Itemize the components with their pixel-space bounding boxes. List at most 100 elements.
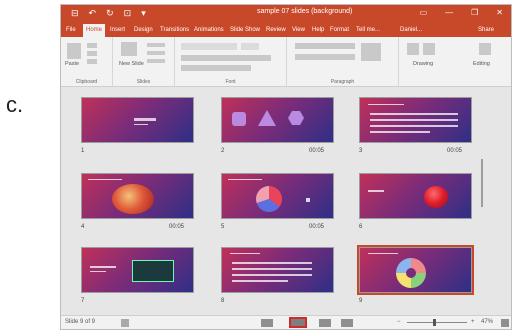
save-icon[interactable]: ⊟ — [71, 8, 79, 18]
text-direction-icon[interactable] — [361, 43, 381, 61]
zoom-slider-thumb[interactable] — [433, 319, 436, 326]
tab-view[interactable]: View — [289, 24, 308, 37]
zoom-out-icon[interactable]: − — [397, 319, 401, 325]
group-label-paragraph: Paragraph — [330, 79, 355, 85]
slideshow-icon[interactable] — [341, 319, 353, 327]
customize-icon[interactable]: ▾ — [141, 8, 146, 18]
slide-title-text — [230, 253, 260, 254]
tab-format[interactable]: Format — [327, 24, 352, 37]
drawing-label: Drawing — [413, 61, 434, 67]
close-icon[interactable]: ✕ — [496, 8, 503, 17]
slide-title-text — [134, 118, 156, 121]
group-label-clipboard: Clipboard — [75, 79, 98, 85]
present-icon[interactable]: ⊡ — [124, 8, 132, 18]
cut-icon[interactable] — [87, 43, 97, 48]
slide-pie-chart — [256, 186, 282, 212]
slide-thumbnail[interactable] — [81, 247, 194, 293]
reset-button[interactable] — [147, 51, 165, 55]
font-size-box[interactable] — [241, 43, 259, 50]
slide-title-text — [368, 190, 384, 192]
slide-thumbnail[interactable] — [81, 173, 194, 219]
share-button[interactable]: Share — [475, 24, 497, 37]
section-button[interactable] — [147, 59, 165, 63]
reading-view-icon[interactable] — [319, 319, 331, 327]
slide-thumbnail[interactable] — [359, 173, 472, 219]
slide-bullet-line — [370, 119, 458, 121]
tab-file[interactable]: File — [63, 24, 79, 37]
restore-icon[interactable]: ❐ — [471, 8, 478, 17]
tab-home[interactable]: Home — [83, 24, 106, 37]
slide-thumbnail[interactable] — [221, 247, 334, 293]
find-icon[interactable] — [479, 43, 491, 55]
slide-legend-marker — [306, 198, 310, 202]
slide-title-text — [368, 104, 404, 105]
slide-sorter-view-button[interactable] — [289, 317, 307, 328]
ribbon-display-icon[interactable]: ▭ — [420, 8, 428, 17]
quick-access-toolbar: ⊟ ↶ ↻ ⊡ ▾ — [71, 8, 146, 18]
copy-icon[interactable] — [87, 51, 97, 56]
slide-cycle-center — [406, 268, 416, 278]
group-slides: New Slide Slides — [113, 37, 175, 87]
group-drawing: Drawing — [399, 37, 459, 87]
tab-insert[interactable]: Insert — [107, 24, 128, 37]
redo-icon[interactable]: ↻ — [106, 8, 114, 18]
paste-icon[interactable] — [67, 43, 81, 59]
window-controls: ▭ — ❐ ✕ — [420, 8, 503, 17]
slide-number: 4 — [81, 224, 85, 230]
tell-me-search[interactable]: Tell me... — [353, 24, 383, 37]
slide-thumbnail[interactable] — [81, 97, 194, 143]
slide-image-apple — [424, 186, 448, 208]
vertical-scrollbar[interactable] — [481, 159, 483, 207]
window-title: sample 07 slides (background) — [257, 8, 353, 15]
slide-bullet-line — [232, 262, 312, 264]
new-slide-label: New Slide — [119, 61, 144, 67]
fit-to-window-icon[interactable] — [501, 319, 509, 327]
tab-transitions[interactable]: Transitions — [157, 24, 192, 37]
slide-count: Slide 9 of 9 — [65, 319, 96, 325]
tab-design[interactable]: Design — [131, 24, 156, 37]
status-bar: Slide 9 of 9 − + 47% — [61, 315, 511, 329]
group-font: Font — [175, 37, 287, 87]
new-slide-icon[interactable] — [121, 42, 137, 56]
tab-review[interactable]: Review — [263, 24, 289, 37]
slide-thumbnail[interactable] — [221, 97, 334, 143]
slide-thumbnail-selected[interactable] — [357, 245, 474, 295]
group-editing: Editing — [459, 37, 511, 87]
spelling-icon[interactable] — [121, 319, 129, 327]
normal-view-icon[interactable] — [261, 319, 273, 327]
zoom-slider[interactable] — [407, 322, 467, 323]
slide-bullet-line — [370, 125, 458, 127]
slide-thumbnail[interactable] — [221, 173, 334, 219]
slide-timing: 00:05 — [447, 148, 463, 154]
slide-timing: 00:05 — [309, 224, 325, 230]
zoom-level[interactable]: 47% — [481, 319, 493, 325]
slide-bullet-line — [232, 280, 288, 282]
slide-title-text — [368, 253, 398, 254]
slide-number: 9 — [359, 298, 363, 304]
account-name[interactable]: Daniel... — [397, 24, 425, 37]
zoom-in-icon[interactable]: + — [471, 319, 475, 325]
font-format-buttons[interactable] — [181, 55, 271, 61]
slide-thumbnail[interactable] — [359, 97, 472, 143]
layout-button[interactable] — [147, 43, 165, 47]
minimize-icon[interactable]: — — [445, 8, 453, 17]
tab-help[interactable]: Help — [309, 24, 327, 37]
slide-number: 8 — [221, 298, 225, 304]
font-effects-buttons[interactable] — [181, 65, 251, 71]
group-paragraph: Paragraph — [287, 37, 399, 87]
slide-shape-square — [232, 112, 246, 126]
alignment-buttons[interactable] — [295, 54, 355, 60]
shapes-icon[interactable] — [407, 43, 419, 55]
tab-animations[interactable]: Animations — [191, 24, 227, 37]
format-painter-icon[interactable] — [87, 59, 97, 64]
font-name-box[interactable] — [181, 43, 237, 50]
slide-bullet-line — [232, 274, 312, 276]
slide-title-text — [90, 266, 116, 268]
slide-sorter-area: 1 2 00:05 3 00:05 4 00:05 5 00:05 6 7 8 … — [61, 87, 511, 317]
group-label-slides: Slides — [136, 79, 151, 85]
arrange-icon[interactable] — [423, 43, 435, 55]
undo-icon[interactable]: ↶ — [89, 8, 97, 18]
slide-number: 3 — [359, 148, 363, 154]
tab-slide-show[interactable]: Slide Show — [227, 24, 263, 37]
list-buttons[interactable] — [295, 43, 355, 49]
